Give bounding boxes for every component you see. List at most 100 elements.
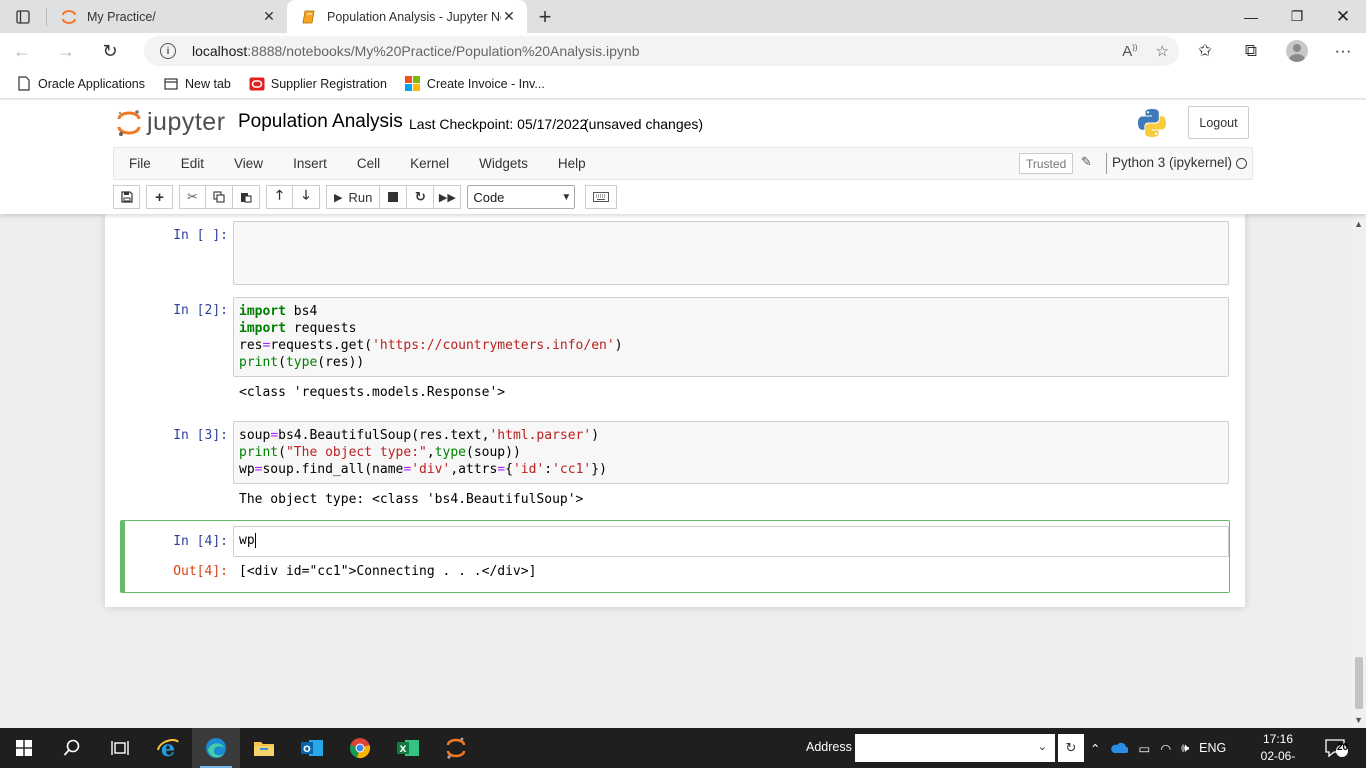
save-button[interactable] [113, 185, 140, 209]
forward-button[interactable]: → [44, 33, 88, 69]
menu-insert[interactable]: Insert [278, 148, 342, 179]
close-tab-icon[interactable]: ✕ [501, 8, 517, 25]
code-token: import [239, 321, 286, 336]
edge-taskbar[interactable] [192, 728, 240, 768]
cut-button[interactable]: ✂ [179, 185, 206, 209]
code-input[interactable]: soup=bs4.BeautifulSoup(res.text,'html.pa… [233, 421, 1229, 484]
onedrive-icon[interactable] [1110, 742, 1129, 754]
back-button[interactable]: ← [0, 33, 44, 69]
code-token: requests.get( [270, 338, 373, 353]
task-view-button[interactable] [96, 728, 144, 768]
code-token: ,attrs [450, 462, 498, 477]
restart-button[interactable]: ↻ [407, 185, 435, 209]
notification-center-button[interactable]: 20 [1324, 738, 1348, 758]
code-token: 'html.parser' [489, 428, 592, 443]
restore-button[interactable]: ❐ [1274, 0, 1320, 33]
menu-help[interactable]: Help [543, 148, 601, 179]
move-up-button[interactable]: 🡑 [266, 185, 293, 209]
menu-cell[interactable]: Cell [342, 148, 395, 179]
add-favorite-icon[interactable]: ☆ [1156, 42, 1169, 60]
code-input[interactable]: wp [233, 526, 1229, 557]
cell-output: [<div id="cc1">Connecting . . .</div>] [239, 564, 537, 579]
collections-button[interactable]: ⧉ [1228, 33, 1274, 69]
address-toolbar-label: Address [806, 740, 852, 754]
bookmark-label: Supplier Registration [270, 76, 387, 91]
run-button[interactable]: ▶ Run [326, 185, 381, 209]
code-token: soup.find_all(name [262, 462, 404, 477]
insert-cell-button[interactable]: + [146, 185, 173, 209]
pencil-icon[interactable]: ✎ [1081, 154, 1092, 170]
move-down-button[interactable]: 🡓 [293, 185, 320, 209]
menu-widgets[interactable]: Widgets [464, 148, 543, 179]
menu-file[interactable]: File [114, 148, 166, 179]
cell-type-value: Code [473, 189, 505, 205]
windows-taskbar: e O X Address ⌄ ↻ ⌃ ▭ ◠ 🕪 ENG 17:16 02-0… [0, 728, 1366, 768]
tab-actions-button[interactable] [0, 0, 46, 33]
command-palette-button[interactable] [585, 185, 618, 209]
tab-population-analysis[interactable]: Population Analysis - Jupyter No ✕ [287, 0, 527, 33]
bookmark-label: New tab [185, 76, 231, 91]
scrollbar-thumb[interactable] [1355, 657, 1363, 709]
excel-taskbar[interactable]: X [384, 728, 432, 768]
code-input[interactable]: import bs4 import requests res=requests.… [233, 297, 1229, 377]
show-hidden-icons-icon[interactable]: ⌃ [1090, 741, 1100, 756]
arrow-up-icon: 🡑 [276, 187, 283, 202]
bookmark-supplier-registration[interactable]: Supplier Registration [249, 76, 387, 92]
bookmark-create-invoice[interactable]: Create Invoice - Inv... [405, 76, 545, 92]
paste-button[interactable] [233, 185, 260, 209]
chrome-taskbar[interactable] [336, 728, 384, 768]
notebook-toolbar: + ✂ 🡑 🡓 ▶ Run ↻ ▶▶ Code ▼ [113, 184, 623, 210]
more-options-button[interactable]: ··· [1320, 33, 1366, 69]
system-clock[interactable]: 17:16 02-06-2022 [1248, 731, 1308, 768]
menu-edit[interactable]: Edit [166, 148, 219, 179]
code-cell[interactable]: In [3]: soup=bs4.BeautifulSoup(res.text,… [120, 416, 1230, 514]
start-button[interactable] [0, 728, 48, 768]
minimize-button[interactable]: — [1228, 0, 1274, 33]
address-toolbar-refresh[interactable]: ↻ [1058, 734, 1084, 762]
scroll-down-icon[interactable]: ▼ [1354, 715, 1363, 725]
code-token: wp [239, 462, 255, 477]
search-button[interactable] [48, 728, 96, 768]
close-tab-icon[interactable]: ✕ [261, 8, 277, 25]
copy-button[interactable] [206, 185, 233, 209]
menu-view[interactable]: View [219, 148, 278, 179]
volume-icon[interactable]: 🕪 [1181, 741, 1189, 756]
code-cell-selected[interactable]: In [4]: wp Out[4]: [<div id="cc1">Connec… [120, 520, 1230, 593]
site-info-icon[interactable]: i [160, 43, 176, 59]
language-indicator[interactable]: ENG [1199, 741, 1226, 755]
menu-kernel[interactable]: Kernel [395, 148, 464, 179]
code-input[interactable] [233, 221, 1229, 285]
wifi-icon[interactable]: ◠ [1160, 741, 1171, 756]
kernel-name: Python 3 (ipykernel) [1112, 155, 1233, 170]
jupyter-taskbar[interactable] [432, 728, 480, 768]
favorites-button[interactable]: ✩ [1182, 33, 1228, 69]
tab-my-practice[interactable]: My Practice/ ✕ [47, 0, 287, 33]
internet-explorer-taskbar[interactable]: e [144, 728, 192, 768]
code-cell[interactable]: In [2]: import bs4 import requests res=r… [120, 292, 1230, 410]
battery-icon[interactable]: ▭ [1138, 741, 1150, 756]
scrollbar[interactable]: ▲ ▼ [1352, 214, 1366, 728]
jupyter-logo[interactable]: jupyter [117, 108, 226, 137]
bookmark-new-tab[interactable]: New tab [163, 76, 231, 92]
interrupt-button[interactable] [380, 185, 408, 209]
restart-run-all-button[interactable]: ▶▶ [434, 185, 462, 209]
code-cell[interactable]: In [ ]: [120, 214, 1230, 290]
new-tab-button[interactable]: + [527, 0, 563, 33]
notebook-name[interactable]: Population Analysis [238, 111, 403, 133]
read-aloud-icon[interactable]: A)) [1122, 43, 1137, 60]
code-token: print [239, 445, 279, 460]
bookmark-oracle-applications[interactable]: Oracle Applications [16, 76, 145, 92]
profile-button[interactable] [1274, 33, 1320, 69]
close-window-button[interactable]: ✕ [1320, 0, 1366, 33]
outlook-taskbar[interactable]: O [288, 728, 336, 768]
trusted-indicator[interactable]: Trusted [1019, 153, 1074, 174]
cell-type-select[interactable]: Code ▼ [467, 185, 576, 209]
file-explorer-taskbar[interactable] [240, 728, 288, 768]
address-toolbar-input[interactable]: ⌄ [855, 734, 1055, 762]
logout-button[interactable]: Logout [1188, 106, 1249, 139]
refresh-button[interactable]: ↻ [88, 33, 132, 69]
scroll-up-icon[interactable]: ▲ [1354, 219, 1363, 229]
code-token: bs4 [285, 304, 318, 319]
address-bar[interactable]: i localhost:8888/notebooks/My%20Practice… [144, 36, 1179, 66]
chevron-down-icon[interactable]: ⌄ [1038, 740, 1047, 753]
